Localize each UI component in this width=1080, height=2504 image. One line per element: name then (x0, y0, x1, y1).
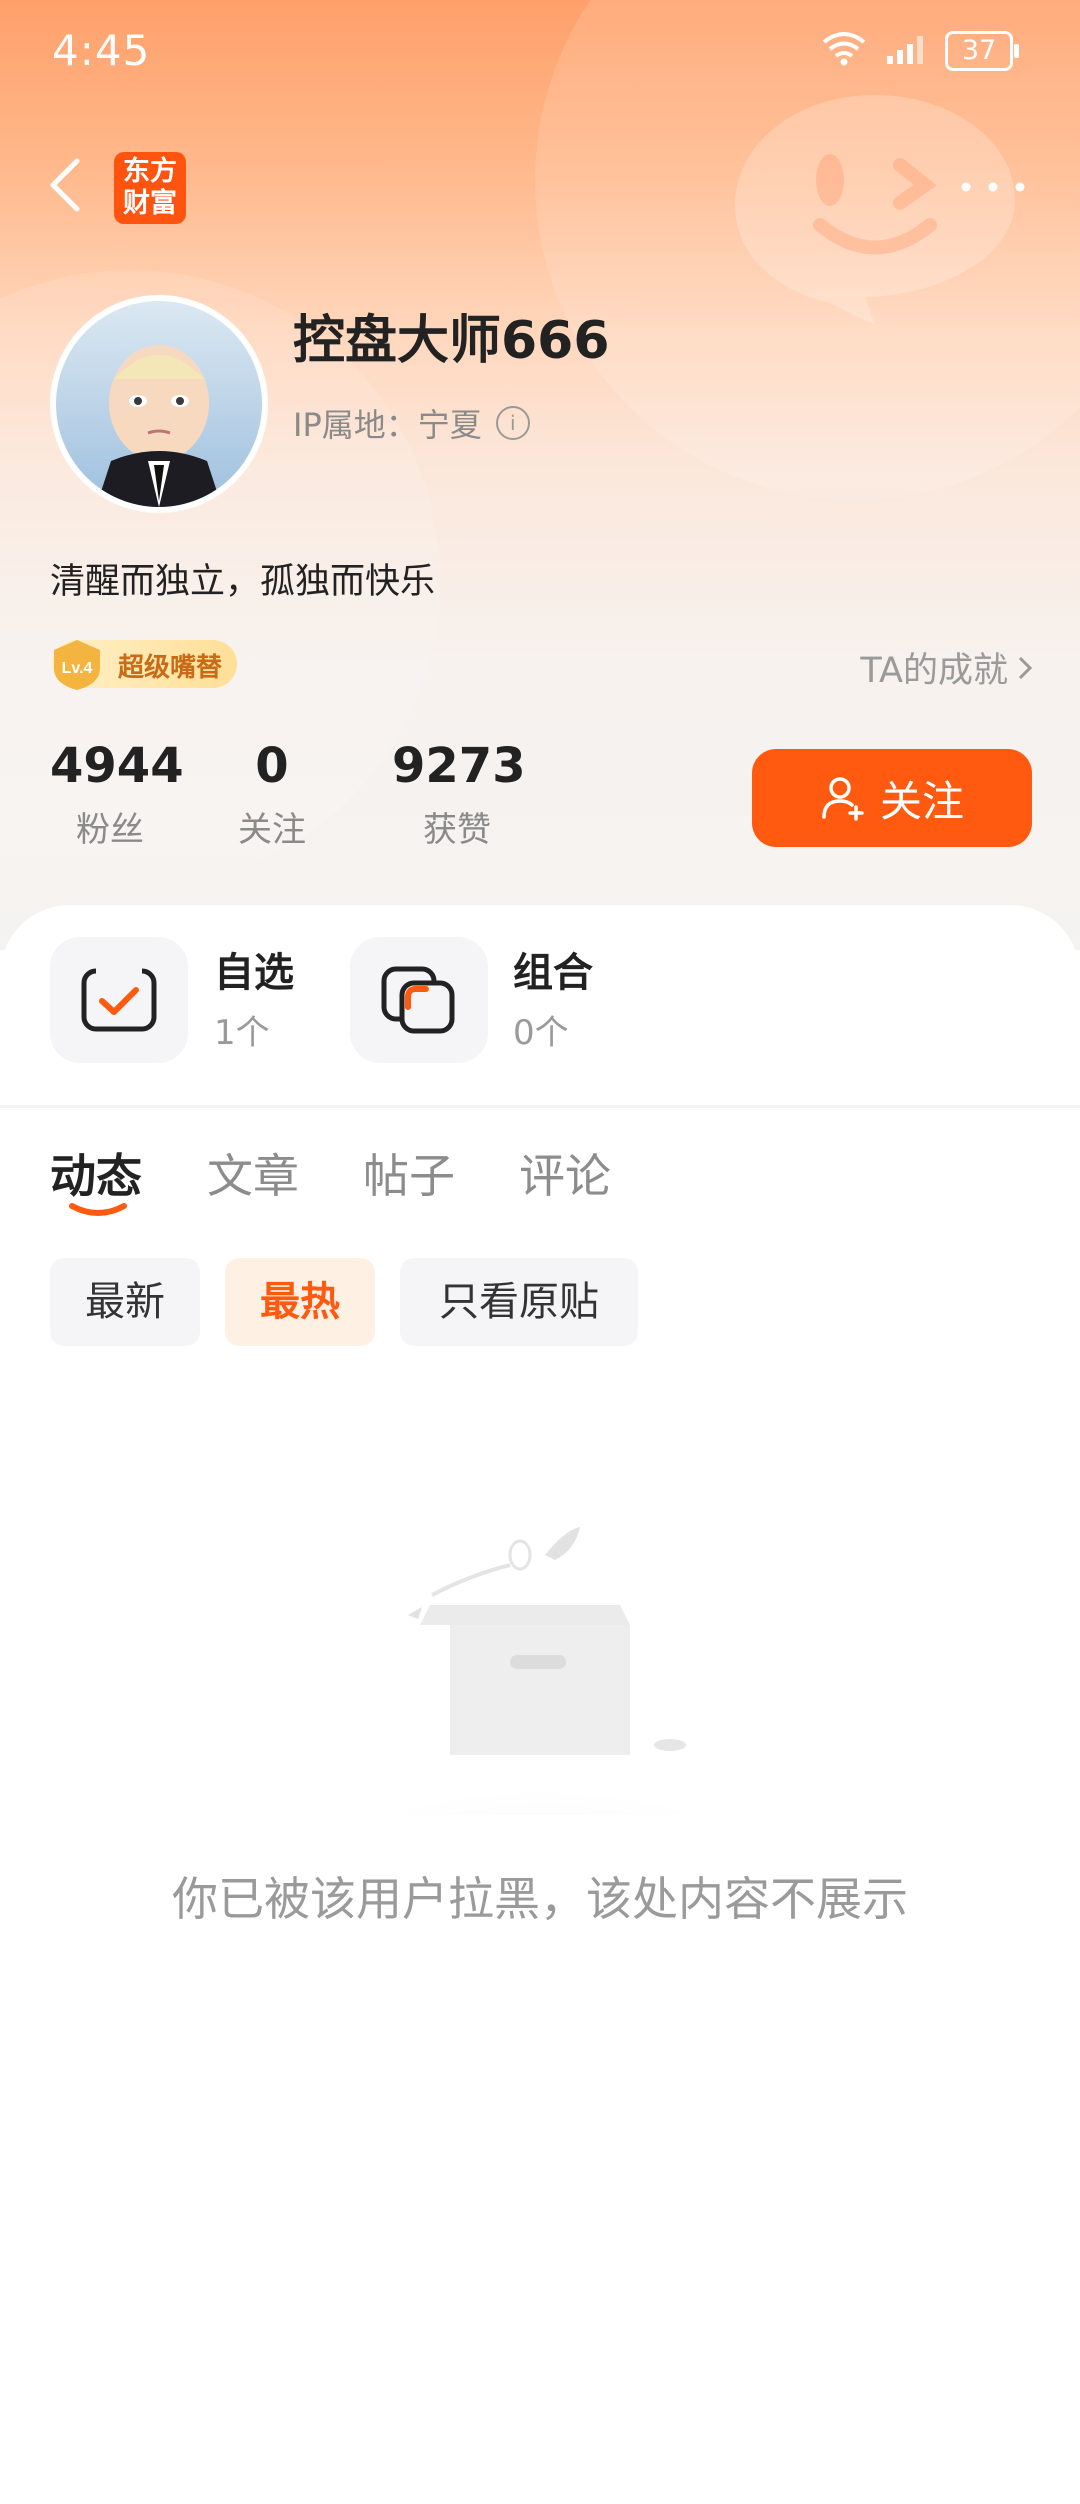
follow-button[interactable]: 关注 (752, 749, 1032, 847)
mascot-bubble-icon (735, 95, 1015, 325)
watchlist-count: 1个 (214, 1013, 270, 1053)
signal-icon (887, 36, 923, 64)
level-shield-icon: Lv.4 (54, 640, 100, 690)
watchlist-title: 自选 (214, 950, 294, 996)
stat-value: 9273 (392, 738, 526, 794)
info-icon[interactable]: i (495, 406, 530, 440)
app-logo: 东方 财富 (114, 152, 186, 224)
avatar[interactable] (50, 295, 268, 513)
achievement-link[interactable]: TA的成就 (860, 642, 1032, 693)
stat-value: 4944 (50, 738, 184, 794)
status-bar: 4:45 37 (0, 0, 1080, 105)
chevron-right-icon (1018, 656, 1032, 679)
add-user-icon (822, 777, 864, 821)
content-sheet: 自选 1个 组合 0个 动态 文章 帖子 评论 最新 最热 只看原贴 你已被该用… (0, 905, 1080, 2504)
filter-latest[interactable]: 最新 (50, 1258, 200, 1346)
nickname: 控盘大师666 (293, 311, 610, 371)
bio: 清醒而独立，孤独而快乐 (50, 562, 436, 602)
stat-following[interactable]: 0 关注 (222, 738, 322, 851)
status-time: 4:45 (52, 26, 151, 75)
tab-comments[interactable]: 评论 (519, 1140, 611, 1206)
ip-location: IP属地：宁夏 i (293, 400, 530, 446)
divider (0, 1105, 1080, 1108)
tab-feed[interactable]: 动态 (50, 1140, 142, 1206)
stat-label: 关注 (238, 810, 306, 850)
back-arrow-icon[interactable] (45, 155, 85, 215)
badge-label: 超级嘴替 (118, 653, 223, 683)
empty-state-message: 你已被该用户拉黑，该处内容不展示 (172, 1872, 908, 1926)
tab-articles[interactable]: 文章 (207, 1140, 299, 1206)
ip-label: IP属地：宁夏 (293, 406, 482, 444)
portfolio-title: 组合 (513, 950, 593, 996)
tab-indicator (69, 1203, 127, 1216)
stat-label: 粉丝 (76, 810, 144, 850)
portfolio-icon (381, 966, 455, 1034)
portfolio-count: 0个 (513, 1013, 569, 1053)
stat-label: 获赞 (423, 810, 491, 850)
wifi-icon (822, 32, 866, 66)
battery-indicator: 37 (945, 31, 1019, 71)
level-badge[interactable]: Lv.4 超级嘴替 (52, 640, 237, 690)
stat-likes[interactable]: 9273 获赞 (392, 738, 526, 851)
logo-text: 东方 财富 (123, 156, 177, 219)
more-options-icon[interactable] (958, 172, 1028, 202)
watchlist-card[interactable] (50, 937, 188, 1063)
watchlist-icon (81, 967, 157, 1032)
avatar-image (96, 345, 222, 507)
portfolio-card[interactable] (350, 937, 488, 1063)
stat-fans[interactable]: 4944 粉丝 (50, 738, 184, 851)
achievement-label: TA的成就 (860, 651, 1008, 691)
filter-original-only[interactable]: 只看原贴 (400, 1258, 638, 1346)
filter-hot[interactable]: 最热 (225, 1258, 375, 1346)
stat-value: 0 (255, 738, 289, 794)
badge-level-text: Lv.4 (62, 660, 93, 677)
follow-button-label: 关注 (879, 776, 964, 826)
tab-posts[interactable]: 帖子 (363, 1140, 455, 1206)
empty-box-illustration (322, 1527, 760, 1815)
